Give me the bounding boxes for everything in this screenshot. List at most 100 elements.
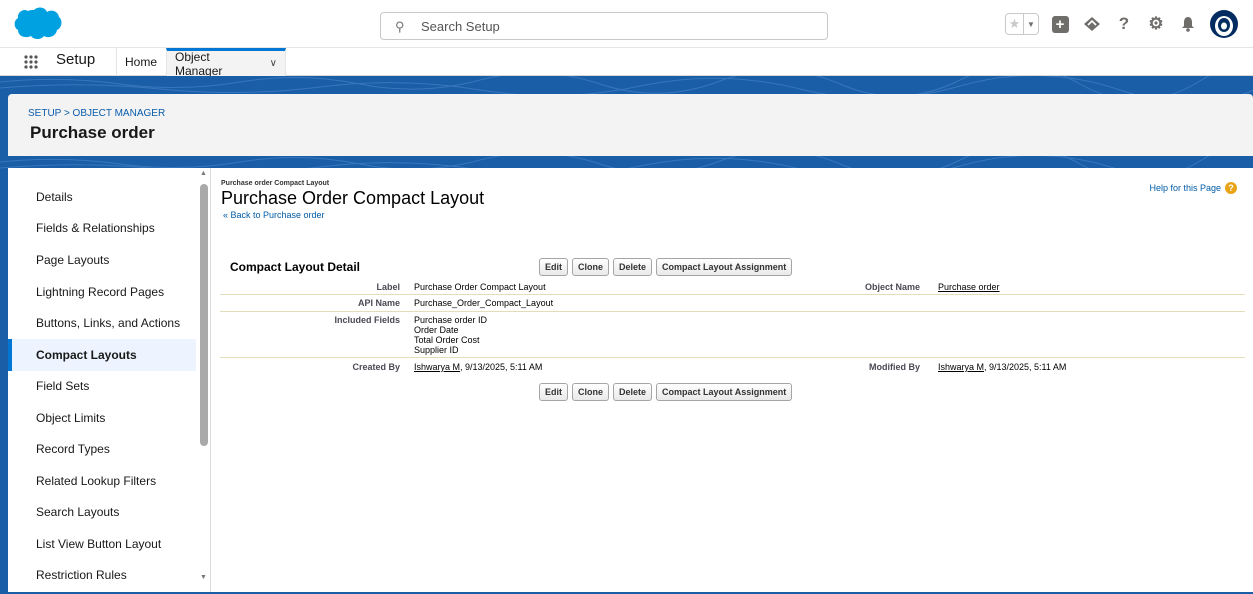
global-actions-plus-icon[interactable]: + bbox=[1049, 13, 1071, 35]
modified-by-user-link[interactable]: Ishwarya M bbox=[938, 362, 984, 372]
object-header: SETUP > OBJECT MANAGER Purchase order bbox=[8, 94, 1253, 156]
help-for-page-link[interactable]: Help for this Page ? bbox=[1149, 182, 1237, 194]
sidebar-item-lightning-record-pages[interactable]: Lightning Record Pages bbox=[8, 276, 196, 308]
sidebar-item-details[interactable]: Details bbox=[8, 181, 196, 213]
tab-object-manager[interactable]: Object Manager ∨ bbox=[166, 48, 286, 78]
created-by-date: , 9/13/2025, 5:11 AM bbox=[460, 362, 543, 372]
included-field: Purchase order ID bbox=[414, 315, 488, 325]
included-field: Supplier ID bbox=[414, 345, 459, 355]
chevron-down-icon[interactable]: ∨ bbox=[270, 58, 277, 69]
sidebar-item-field-sets[interactable]: Field Sets bbox=[8, 370, 196, 402]
section-title: Compact Layout Detail bbox=[230, 260, 361, 274]
modified-by-value: Ishwarya M, 9/13/2025, 5:11 AM bbox=[938, 362, 1066, 372]
sidebar-scrollbar[interactable]: ▲ ▼ bbox=[198, 168, 210, 592]
edit-button[interactable]: Edit bbox=[539, 258, 568, 276]
main-panel: Details Fields & Relationships Page Layo… bbox=[8, 168, 1253, 592]
tab-home[interactable]: Home bbox=[116, 48, 165, 76]
help-question-icon[interactable]: ? bbox=[1225, 182, 1237, 194]
tab-object-manager-label: Object Manager bbox=[175, 49, 223, 78]
notifications-bell-icon[interactable] bbox=[1177, 13, 1199, 35]
sidebar-item-related-lookup-filters[interactable]: Related Lookup Filters bbox=[8, 465, 196, 497]
object-name-link[interactable]: Purchase order bbox=[938, 282, 1000, 292]
sidebar-item-record-types[interactable]: Record Types bbox=[8, 433, 196, 465]
sidebar-item-label: Restriction Rules bbox=[36, 568, 127, 582]
search-input[interactable] bbox=[421, 17, 811, 35]
bottom-button-row: Edit Clone Delete Compact Layout Assignm… bbox=[539, 383, 793, 401]
top-button-row: Edit Clone Delete Compact Layout Assignm… bbox=[539, 258, 793, 276]
modified-by-label: Modified By bbox=[869, 362, 920, 372]
object-sidebar: Details Fields & Relationships Page Layo… bbox=[8, 168, 198, 592]
help-link-label: Help for this Page bbox=[1149, 183, 1221, 193]
sidebar-item-label: Record Types bbox=[36, 442, 110, 456]
sidebar-item-fields-relationships[interactable]: Fields & Relationships bbox=[8, 212, 196, 244]
sidebar-item-restriction-rules[interactable]: Restriction Rules bbox=[8, 559, 196, 591]
api-name-field-value: Purchase_Order_Compact_Layout bbox=[414, 298, 554, 308]
detail-row-created-modified: Created By Ishwarya M, 9/13/2025, 5:11 A… bbox=[220, 358, 1245, 376]
object-name-field-label: Object Name bbox=[864, 282, 920, 292]
compact-layout-assignment-button[interactable]: Compact Layout Assignment bbox=[656, 258, 793, 276]
favorites-star-icon[interactable]: ★ bbox=[1006, 14, 1023, 34]
sidebar-item-buttons-links-actions[interactable]: Buttons, Links, and Actions bbox=[8, 307, 196, 339]
help-icon[interactable]: ? bbox=[1113, 13, 1135, 35]
sidebar-item-label: Search Layouts bbox=[36, 505, 120, 519]
app-launcher-icon[interactable] bbox=[24, 55, 38, 69]
label-field-value: Purchase Order Compact Layout bbox=[414, 282, 546, 292]
setup-gear-icon[interactable]: ⚙ bbox=[1145, 13, 1167, 35]
app-nav-bar: Setup Home Object Manager ∨ bbox=[0, 48, 1253, 78]
sidebar-item-search-layouts[interactable]: Search Layouts bbox=[8, 496, 196, 528]
sidebar-item-label: Fields & Relationships bbox=[36, 221, 155, 235]
layout-subtitle: Purchase order Compact Layout bbox=[221, 180, 330, 187]
sidebar-item-object-limits[interactable]: Object Limits bbox=[8, 402, 196, 434]
sidebar-item-label: Compact Layouts bbox=[36, 348, 137, 362]
header-icons: ★ ▼ + ? ⚙ bbox=[1005, 9, 1239, 39]
api-name-field-label: API Name bbox=[357, 298, 400, 308]
favorites-dropdown-icon[interactable]: ▼ bbox=[1022, 14, 1038, 34]
created-by-label: Created By bbox=[352, 362, 400, 372]
tab-home-label: Home bbox=[125, 55, 158, 69]
scrollbar-thumb[interactable] bbox=[200, 184, 208, 446]
label-field-label: Label bbox=[376, 282, 400, 292]
favorites-control[interactable]: ★ ▼ bbox=[1005, 13, 1039, 35]
included-field: Order Date bbox=[414, 325, 459, 335]
sidebar-item-label: Buttons, Links, and Actions bbox=[36, 316, 181, 330]
salesforce-cloud-logo[interactable] bbox=[14, 6, 62, 40]
app-name: Setup bbox=[56, 51, 96, 68]
sidebar-item-label: Field Sets bbox=[36, 379, 90, 393]
sidebar-item-label: Lightning Record Pages bbox=[36, 285, 165, 299]
breadcrumb[interactable]: SETUP > OBJECT MANAGER bbox=[28, 108, 165, 119]
page-title: Purchase order bbox=[30, 123, 155, 142]
detail-row-api-name: API Name Purchase_Order_Compact_Layout bbox=[220, 295, 1245, 312]
compact-layout-content: Purchase order Compact Layout Purchase O… bbox=[211, 168, 1253, 592]
included-fields-list: Purchase order ID Order Date Total Order… bbox=[414, 315, 487, 355]
included-field: Total Order Cost bbox=[414, 335, 480, 345]
created-by-value: Ishwarya M, 9/13/2025, 5:11 AM bbox=[414, 362, 542, 372]
sidebar-item-label: Object Limits bbox=[36, 411, 106, 425]
sidebar-item-list-view-button-layout[interactable]: List View Button Layout bbox=[8, 528, 196, 560]
layout-title: Purchase Order Compact Layout bbox=[221, 188, 485, 208]
search-icon: ⚲ bbox=[395, 19, 405, 34]
detail-row-label: Label Purchase Order Compact Layout Obje… bbox=[220, 279, 1245, 295]
scroll-down-arrow-icon[interactable]: ▼ bbox=[200, 574, 207, 581]
delete-button[interactable]: Delete bbox=[613, 258, 653, 276]
included-fields-label: Included Fields bbox=[334, 315, 400, 325]
back-to-object-link[interactable]: « Back to Purchase order bbox=[223, 210, 325, 220]
clone-button[interactable]: Clone bbox=[572, 258, 610, 276]
user-avatar[interactable] bbox=[1209, 9, 1239, 39]
sidebar-item-label: Page Layouts bbox=[36, 253, 110, 267]
edit-button[interactable]: Edit bbox=[539, 383, 568, 401]
sidebar-item-label: Details bbox=[36, 190, 73, 204]
search-setup-box[interactable]: ⚲ bbox=[380, 12, 828, 40]
sidebar-item-page-layouts[interactable]: Page Layouts bbox=[8, 244, 196, 276]
scroll-up-arrow-icon[interactable]: ▲ bbox=[200, 170, 207, 177]
trailhead-icon[interactable] bbox=[1081, 13, 1103, 35]
delete-button[interactable]: Delete bbox=[613, 383, 653, 401]
modified-by-date: , 9/13/2025, 5:11 AM bbox=[984, 362, 1067, 372]
sidebar-item-compact-layouts[interactable]: Compact Layouts bbox=[8, 339, 196, 371]
sidebar-item-label: List View Button Layout bbox=[36, 537, 162, 551]
clone-button[interactable]: Clone bbox=[572, 383, 610, 401]
created-by-user-link[interactable]: Ishwarya M bbox=[414, 362, 460, 372]
sidebar-item-label: Related Lookup Filters bbox=[36, 474, 157, 488]
detail-row-included-fields: Included Fields Purchase order ID Order … bbox=[220, 312, 1245, 358]
global-header: ⚲ ★ ▼ + ? ⚙ bbox=[0, 0, 1253, 48]
compact-layout-assignment-button[interactable]: Compact Layout Assignment bbox=[656, 383, 793, 401]
